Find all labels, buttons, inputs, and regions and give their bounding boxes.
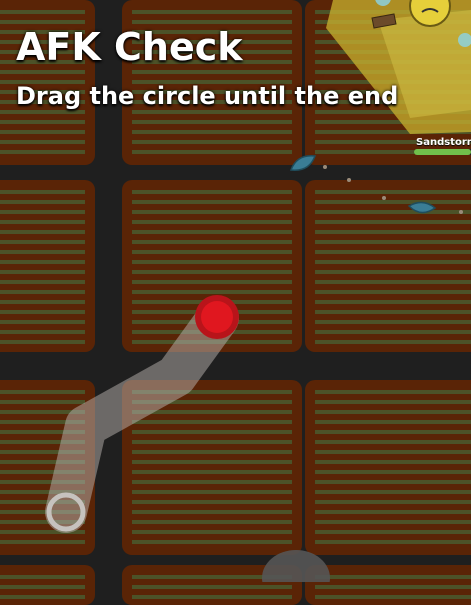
mob-health-bar [414, 149, 471, 155]
dust-particle [323, 165, 327, 169]
mob-health-fill [414, 149, 471, 155]
dust-particle [347, 178, 351, 182]
player-shadow [262, 550, 330, 582]
dust-particle [382, 196, 386, 200]
sandstorm-mob[interactable] [326, 0, 471, 134]
afk-drag-path [45, 297, 239, 533]
afk-check-title: AFK Check [16, 25, 243, 69]
dust-particle [459, 210, 463, 214]
leaf-icon [289, 155, 317, 171]
afk-check-instruction: Drag the circle until the end [16, 82, 399, 110]
leaf-icon [407, 201, 437, 214]
drag-circle-handle[interactable] [195, 295, 239, 339]
mob-name: Sandstorm [416, 137, 471, 148]
